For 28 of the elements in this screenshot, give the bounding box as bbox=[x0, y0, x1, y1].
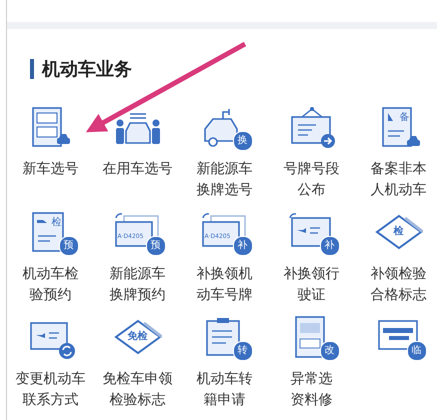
service-label[interactable]: 异常选 资料修 bbox=[290, 369, 332, 411]
service-label[interactable]: 在用车选号 bbox=[102, 159, 172, 180]
service-badge: 补 bbox=[232, 236, 252, 256]
service-badge: 预 bbox=[58, 236, 78, 256]
service-label[interactable]: 新能源车 换牌预约 bbox=[110, 264, 166, 306]
service-label[interactable]: 补换领机 动车号牌 bbox=[196, 264, 252, 306]
service-badge: 改 bbox=[320, 341, 340, 361]
icon-mark: 备 bbox=[400, 111, 410, 124]
service-label[interactable]: 号牌号段 公布 bbox=[284, 159, 340, 201]
section-title: 机动车业务 bbox=[42, 58, 132, 81]
service-label[interactable]: 机动车转 籍申请 bbox=[196, 369, 252, 411]
service-label[interactable]: 备案非本 人机动车 bbox=[370, 159, 426, 201]
service-label[interactable]: 新车选号 bbox=[22, 159, 78, 180]
service-badge: 临 bbox=[406, 341, 426, 361]
service-badge: 换 bbox=[232, 131, 252, 151]
service-badge: 补 bbox=[320, 236, 340, 256]
service-label[interactable]: 机动车检 验预约 bbox=[22, 264, 78, 306]
icon-mark: 检 bbox=[52, 216, 62, 229]
service-label[interactable]: 变更机动车 联系方式 bbox=[16, 369, 86, 411]
service-label[interactable]: 补换领行 驶证 bbox=[284, 264, 340, 306]
icon-mark: 检 bbox=[392, 224, 404, 238]
icon-mark: 免检 bbox=[126, 330, 148, 343]
service-badge: 转 bbox=[232, 341, 252, 361]
service-label[interactable]: 补领检验 合格标志 bbox=[370, 264, 426, 306]
title-accent-bar bbox=[30, 59, 34, 79]
service-badge: 预 bbox=[146, 236, 166, 256]
service-label[interactable]: 新能源车 换牌选号 bbox=[196, 159, 252, 201]
service-label[interactable]: 免检车申领 检验标志 bbox=[102, 369, 172, 411]
